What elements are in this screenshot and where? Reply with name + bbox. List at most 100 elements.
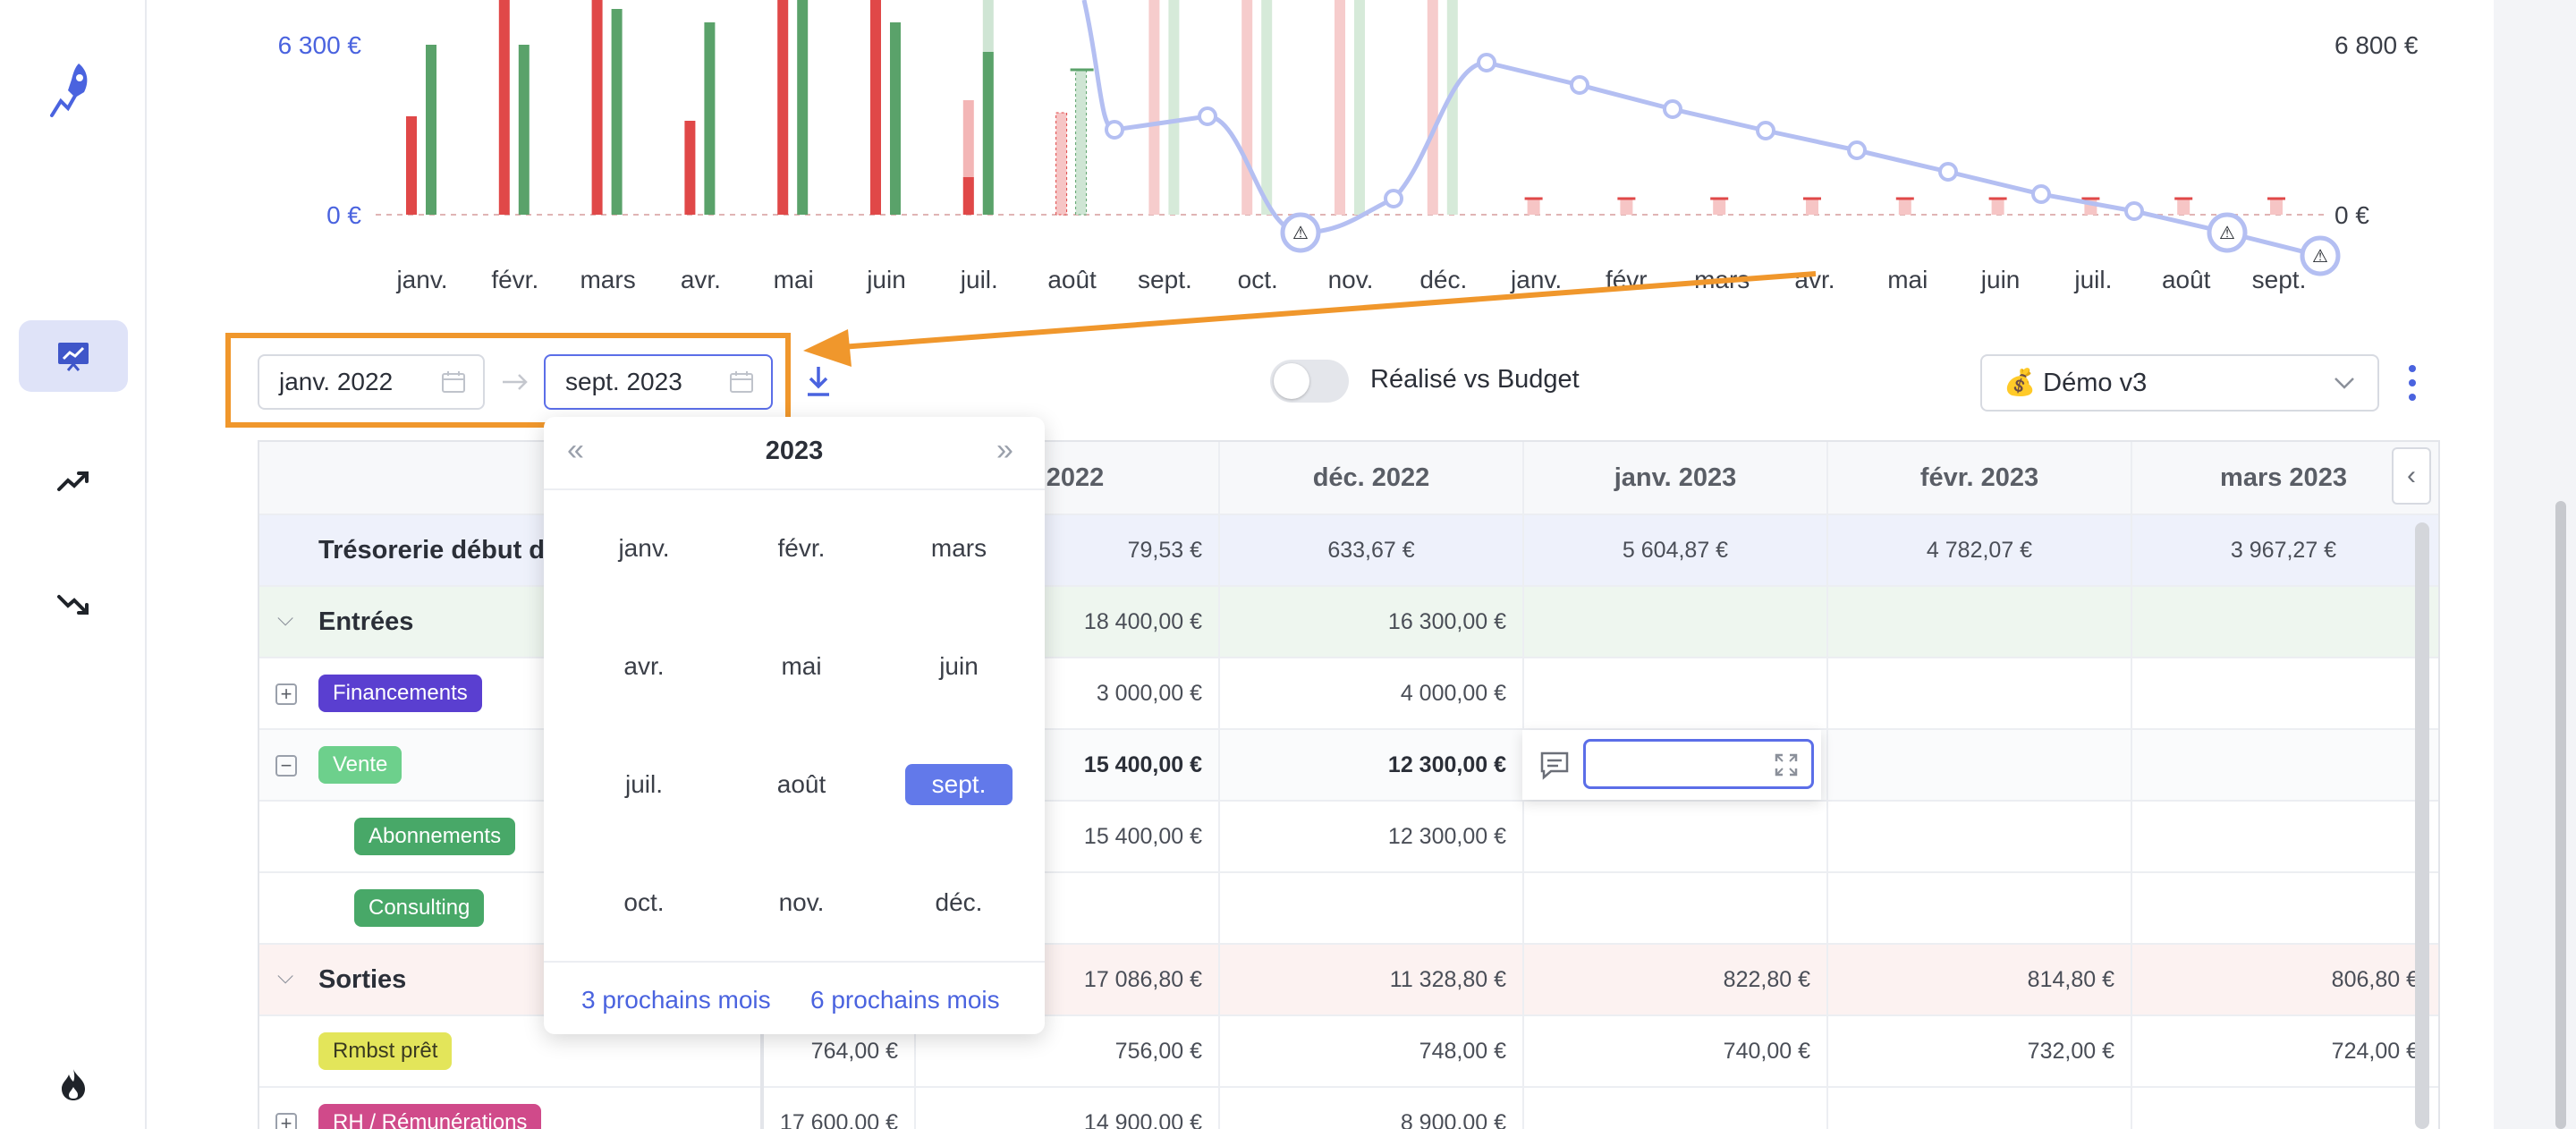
data-point[interactable] xyxy=(1756,121,1775,140)
income-budget-bar xyxy=(1168,0,1180,215)
table-cell[interactable]: 12 300,00 € xyxy=(1218,802,1522,871)
data-point[interactable] xyxy=(1570,75,1589,95)
table-cell[interactable] xyxy=(1826,658,2131,728)
month-option[interactable]: avr. xyxy=(590,646,698,687)
table-cell[interactable] xyxy=(1826,730,2131,800)
realise-vs-budget-toggle[interactable] xyxy=(1270,360,1349,403)
data-point[interactable] xyxy=(2124,201,2144,221)
data-point[interactable] xyxy=(1198,106,1217,126)
table-cell[interactable]: 740,00 € xyxy=(1522,1016,1826,1086)
presentation-chart-icon[interactable] xyxy=(19,320,128,392)
tag-rmbst-pret: Rmbst prêt xyxy=(318,1032,453,1070)
table-cell[interactable]: 806,80 € xyxy=(2131,945,2435,1014)
month-option[interactable]: nov. xyxy=(748,882,855,923)
chevron-down-icon[interactable]: ⌵ xyxy=(277,964,293,989)
expense-projection-bar xyxy=(1055,112,1068,216)
month-option[interactable]: déc. xyxy=(905,882,1013,923)
month-option[interactable]: juil. xyxy=(590,764,698,805)
table-cell[interactable] xyxy=(1522,873,1826,943)
month-option[interactable]: mars xyxy=(905,528,1013,569)
next-year-icon[interactable]: » xyxy=(996,433,1013,468)
data-point[interactable] xyxy=(1105,120,1124,140)
month-picker: « 2023 » janv. févr. mars avr. mai juin juil. a… xyxy=(544,417,1045,1034)
table-cell[interactable] xyxy=(1826,802,2131,871)
table-cell[interactable]: 3 967,27 € xyxy=(2131,515,2435,585)
realise-vs-budget-label: Réalisé vs Budget xyxy=(1370,365,1580,394)
page-scrollbar-thumb[interactable] xyxy=(2555,501,2566,1129)
table-cell[interactable]: 732,00 € xyxy=(1826,1016,2131,1086)
table-cell[interactable]: 17 600,00 € xyxy=(762,1088,914,1129)
comment-icon[interactable] xyxy=(1538,750,1571,780)
data-point[interactable] xyxy=(1938,162,1958,182)
table-cell[interactable] xyxy=(2131,658,2435,728)
more-options-icon[interactable] xyxy=(2406,363,2419,403)
table-cell[interactable] xyxy=(1826,1088,2131,1129)
table-cell[interactable] xyxy=(1826,587,2131,657)
month-tick-label: avr. xyxy=(681,266,721,293)
table-cell[interactable]: 11 328,80 € xyxy=(1218,945,1522,1014)
month-option[interactable]: août xyxy=(748,764,855,805)
start-date-input[interactable]: janv. 2022 xyxy=(258,354,485,410)
table-cell[interactable]: 748,00 € xyxy=(1218,1016,1522,1086)
table-cell[interactable]: 5 604,87 € xyxy=(1522,515,1826,585)
calendar-icon[interactable] xyxy=(440,369,467,395)
table-cell[interactable]: 822,80 € xyxy=(1522,945,1826,1014)
data-point[interactable] xyxy=(1384,189,1403,208)
month-option[interactable]: févr. xyxy=(748,528,855,569)
scenario-select[interactable]: 💰 Démo v3 xyxy=(1980,354,2379,412)
data-point[interactable] xyxy=(1663,99,1682,119)
cell-value-input[interactable] xyxy=(1583,739,1814,789)
table-cell[interactable] xyxy=(1826,873,2131,943)
expense-budget-bar xyxy=(1898,199,1911,215)
table-cell[interactable] xyxy=(1522,587,1826,657)
table-cell[interactable] xyxy=(2131,802,2435,871)
month-tick-label: juil. xyxy=(960,266,998,293)
chevron-down-icon[interactable]: ⌵ xyxy=(277,607,293,632)
next-3-months-link[interactable]: 3 prochains mois xyxy=(581,986,771,1014)
table-cell[interactable]: 814,80 € xyxy=(1826,945,2131,1014)
table-cell[interactable]: 4 000,00 € xyxy=(1218,658,1522,728)
expand-plus-icon[interactable]: + xyxy=(275,1113,297,1129)
month-tick-label: juin xyxy=(866,266,906,293)
download-icon[interactable] xyxy=(803,363,834,399)
table-cell[interactable] xyxy=(2131,730,2435,800)
table-cell[interactable]: 4 782,07 € xyxy=(1826,515,2131,585)
table-cell[interactable]: 724,00 € xyxy=(2131,1016,2435,1086)
data-point[interactable] xyxy=(2031,184,2051,204)
table-cell[interactable]: 12 300,00 € xyxy=(1218,730,1522,800)
table-cell[interactable]: 633,67 € xyxy=(1218,515,1522,585)
trend-down-icon[interactable] xyxy=(19,569,128,641)
month-option[interactable]: oct. xyxy=(590,882,698,923)
fire-icon[interactable] xyxy=(19,1048,128,1120)
next-6-months-link[interactable]: 6 prochains mois xyxy=(810,986,1000,1014)
month-option[interactable]: janv. xyxy=(590,528,698,569)
table-cell[interactable] xyxy=(1522,802,1826,871)
end-date-input[interactable]: sept. 2023 xyxy=(544,354,773,410)
data-point[interactable] xyxy=(1847,140,1867,160)
calendar-icon[interactable] xyxy=(728,369,755,395)
month-option[interactable]: mai xyxy=(748,646,855,687)
table-cell[interactable]: 16 300,00 € xyxy=(1218,587,1522,657)
table-cell[interactable] xyxy=(2131,873,2435,943)
trend-up-icon[interactable] xyxy=(19,446,128,517)
table-cell[interactable] xyxy=(1218,873,1522,943)
collapse-minus-icon[interactable]: − xyxy=(275,755,297,777)
collapse-columns-button[interactable]: ‹ xyxy=(2392,447,2431,505)
expand-icon[interactable] xyxy=(1774,752,1799,777)
row-label-entrees: Entrées xyxy=(318,607,414,636)
table-cell[interactable] xyxy=(2131,587,2435,657)
expand-plus-icon[interactable]: + xyxy=(275,683,297,705)
table-cell[interactable]: 8 900,00 € xyxy=(1218,1088,1522,1129)
row-label-sorties: Sorties xyxy=(318,964,407,994)
table-cell[interactable] xyxy=(2131,1088,2435,1129)
month-option[interactable]: juin xyxy=(905,646,1013,687)
data-point[interactable] xyxy=(1477,53,1496,72)
table-cell[interactable]: 14 900,00 € xyxy=(914,1088,1218,1129)
expense-bar xyxy=(684,121,696,215)
table-cell[interactable] xyxy=(1522,658,1826,728)
arrow-right-icon xyxy=(503,374,528,390)
table-scrollbar-thumb[interactable] xyxy=(2415,522,2429,1129)
expense-budget-bar xyxy=(1806,199,1818,215)
month-option[interactable]: sept. xyxy=(905,764,1013,805)
table-cell[interactable] xyxy=(1522,1088,1826,1129)
